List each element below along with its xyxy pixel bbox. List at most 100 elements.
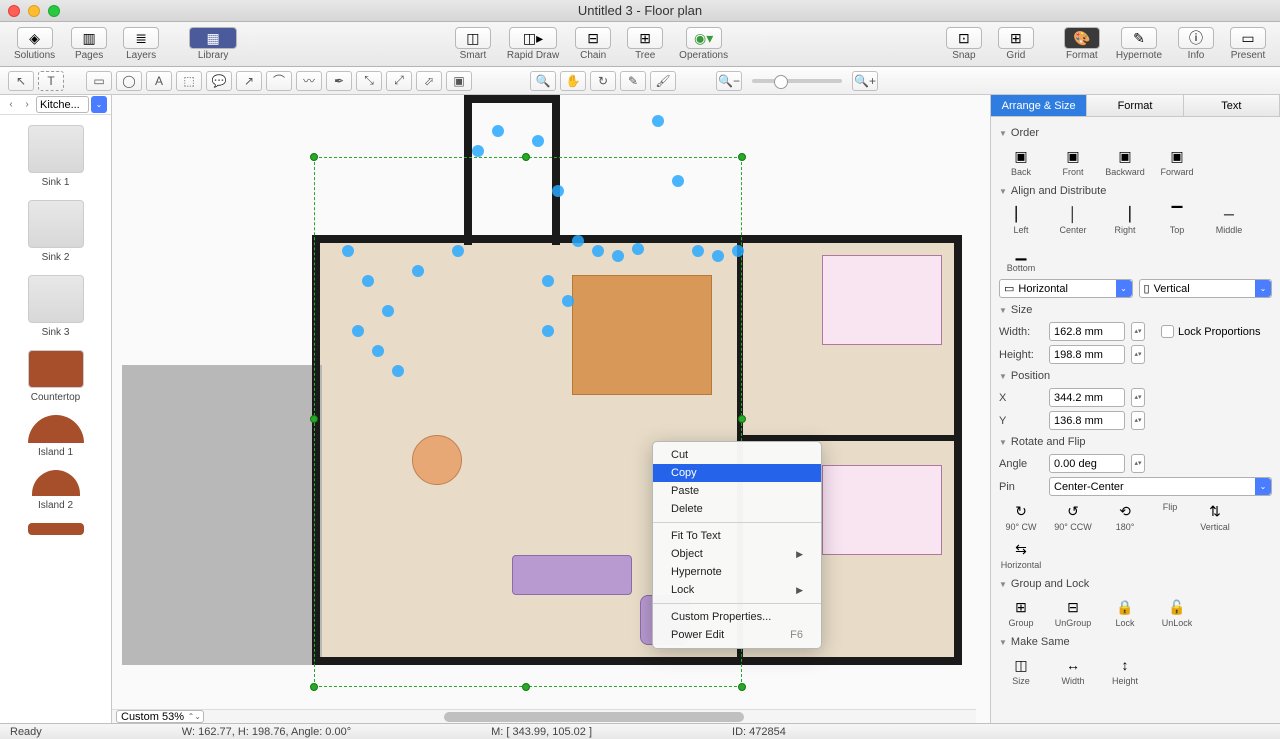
- pages-button[interactable]: ▥Pages: [65, 25, 113, 63]
- connector2-tool[interactable]: ⤢: [386, 71, 412, 91]
- zoom-slider[interactable]: [752, 79, 842, 83]
- ctx-lock[interactable]: Lock▶: [653, 581, 821, 599]
- section-group[interactable]: Group and Lock: [999, 574, 1272, 594]
- y-input[interactable]: 136.8 mm: [1049, 411, 1125, 430]
- tree-button[interactable]: ⊞Tree: [621, 25, 669, 63]
- same-width[interactable]: ↔Width: [1051, 656, 1095, 686]
- same-size[interactable]: ◫Size: [999, 656, 1043, 686]
- lib-item-sink1[interactable]: Sink 1: [0, 119, 111, 194]
- zoom-combo[interactable]: Custom 53%: [116, 710, 204, 723]
- present-button[interactable]: ▭Present: [1224, 25, 1272, 63]
- ctx-hypernote[interactable]: Hypernote: [653, 563, 821, 581]
- lib-item-sink2[interactable]: Sink 2: [0, 194, 111, 269]
- scroll-thumb[interactable]: [444, 712, 744, 722]
- flip-vertical[interactable]: ⇅Vertical: [1193, 502, 1237, 532]
- ctx-cut[interactable]: Cut: [653, 446, 821, 464]
- canvas[interactable]: Cut Copy Paste Delete Fit To Text Object…: [112, 95, 990, 723]
- window-maximize[interactable]: [48, 5, 60, 17]
- arc-tool[interactable]: ⌒: [266, 71, 292, 91]
- height-stepper[interactable]: ▴▾: [1131, 345, 1145, 364]
- line-tool[interactable]: ↗: [236, 71, 262, 91]
- unlock-btn[interactable]: 🔓UnLock: [1155, 598, 1199, 628]
- rotate-tool[interactable]: ↻: [590, 71, 616, 91]
- ctx-delete[interactable]: Delete: [653, 500, 821, 518]
- lib-item-island3[interactable]: [0, 517, 111, 545]
- lib-back[interactable]: ‹: [4, 98, 18, 112]
- ctx-copy[interactable]: Copy: [653, 464, 821, 482]
- operations-button[interactable]: ◉▾Operations: [673, 25, 734, 63]
- distribute-h-combo[interactable]: ▭ Horizontal⌄: [999, 279, 1133, 298]
- section-size[interactable]: Size: [999, 300, 1272, 320]
- align-middle[interactable]: ─Middle: [1207, 205, 1251, 235]
- section-align[interactable]: Align and Distribute: [999, 181, 1272, 201]
- section-position[interactable]: Position: [999, 366, 1272, 386]
- section-make-same[interactable]: Make Same: [999, 632, 1272, 652]
- connector3-tool[interactable]: ⬀: [416, 71, 442, 91]
- width-stepper[interactable]: ▴▾: [1131, 322, 1145, 341]
- info-button[interactable]: ⓘInfo: [1172, 25, 1220, 63]
- x-stepper[interactable]: ▴▾: [1131, 388, 1145, 407]
- lock-btn[interactable]: 🔒Lock: [1103, 598, 1147, 628]
- library-button[interactable]: ▦Library: [183, 25, 243, 63]
- tab-format[interactable]: Format: [1087, 95, 1183, 116]
- lib-category-dropdown[interactable]: ⌄: [91, 96, 107, 113]
- smart-button[interactable]: ◫Smart: [449, 25, 497, 63]
- ellipse-tool[interactable]: ◯: [116, 71, 142, 91]
- tab-arrange-size[interactable]: Arrange & Size: [991, 95, 1087, 116]
- lib-item-sink3[interactable]: Sink 3: [0, 269, 111, 344]
- align-bottom[interactable]: ▁Bottom: [999, 243, 1043, 273]
- spline-tool[interactable]: 〰: [296, 71, 322, 91]
- same-height[interactable]: ↕Height: [1103, 656, 1147, 686]
- pin-combo[interactable]: Center-Center⌄: [1049, 477, 1272, 496]
- layers-button[interactable]: ≣Layers: [117, 25, 165, 63]
- text-tool[interactable]: T: [38, 71, 64, 91]
- x-input[interactable]: 344.2 mm: [1049, 388, 1125, 407]
- solutions-button[interactable]: ◈Solutions: [8, 25, 61, 63]
- window-minimize[interactable]: [28, 5, 40, 17]
- grid-button[interactable]: ⊞Grid: [992, 25, 1040, 63]
- rapiddraw-button[interactable]: ◫▸Rapid Draw: [501, 25, 565, 63]
- rect-tool[interactable]: ▭: [86, 71, 112, 91]
- flip-horizontal[interactable]: ⇆Horizontal: [999, 540, 1043, 570]
- group-btn[interactable]: ⊞Group: [999, 598, 1043, 628]
- lock-proportions-checkbox[interactable]: [1161, 325, 1174, 338]
- distribute-v-combo[interactable]: ▯ Vertical⌄: [1139, 279, 1273, 298]
- angle-stepper[interactable]: ▴▾: [1131, 454, 1145, 473]
- rotate-180[interactable]: ⟲180°: [1103, 502, 1147, 532]
- container-tool[interactable]: ▣: [446, 71, 472, 91]
- lib-item-island1[interactable]: Island 1: [0, 409, 111, 464]
- window-close[interactable]: [8, 5, 20, 17]
- align-top[interactable]: ▔Top: [1155, 205, 1199, 235]
- eyedropper-tool[interactable]: ✎: [620, 71, 646, 91]
- lib-item-countertop[interactable]: Countertop: [0, 344, 111, 409]
- rotate-cw[interactable]: ↻90° CW: [999, 502, 1043, 532]
- rotate-ccw[interactable]: ↺90° CCW: [1051, 502, 1095, 532]
- connector1-tool[interactable]: ⤡: [356, 71, 382, 91]
- order-backward[interactable]: ▣Backward: [1103, 147, 1147, 177]
- lib-fwd[interactable]: ›: [20, 98, 34, 112]
- order-back[interactable]: ▣Back: [999, 147, 1043, 177]
- ctx-object[interactable]: Object▶: [653, 545, 821, 563]
- height-input[interactable]: 198.8 mm: [1049, 345, 1125, 364]
- align-left[interactable]: ▏Left: [999, 205, 1043, 235]
- pen-tool[interactable]: ✒: [326, 71, 352, 91]
- tab-text[interactable]: Text: [1184, 95, 1280, 116]
- lib-category-combo[interactable]: Kitche...: [36, 96, 89, 113]
- ctx-fit-to-text[interactable]: Fit To Text: [653, 527, 821, 545]
- canvas-scrollbar-h[interactable]: Custom 53%: [112, 709, 976, 723]
- width-input[interactable]: 162.8 mm: [1049, 322, 1125, 341]
- zoom-out-btn[interactable]: 🔍−: [716, 71, 742, 91]
- ctx-power-edit[interactable]: Power EditF6: [653, 626, 821, 644]
- ctx-paste[interactable]: Paste: [653, 482, 821, 500]
- comment-tool[interactable]: 💬: [206, 71, 232, 91]
- section-order[interactable]: Order: [999, 123, 1272, 143]
- angle-input[interactable]: 0.00 deg: [1049, 454, 1125, 473]
- align-center[interactable]: │Center: [1051, 205, 1095, 235]
- paint-tool[interactable]: 🖌: [650, 71, 676, 91]
- chain-button[interactable]: ⊟Chain: [569, 25, 617, 63]
- section-rotate[interactable]: Rotate and Flip: [999, 432, 1272, 452]
- format-button[interactable]: 🎨Format: [1058, 25, 1106, 63]
- order-forward[interactable]: ▣Forward: [1155, 147, 1199, 177]
- y-stepper[interactable]: ▴▾: [1131, 411, 1145, 430]
- lib-item-island2[interactable]: Island 2: [0, 464, 111, 517]
